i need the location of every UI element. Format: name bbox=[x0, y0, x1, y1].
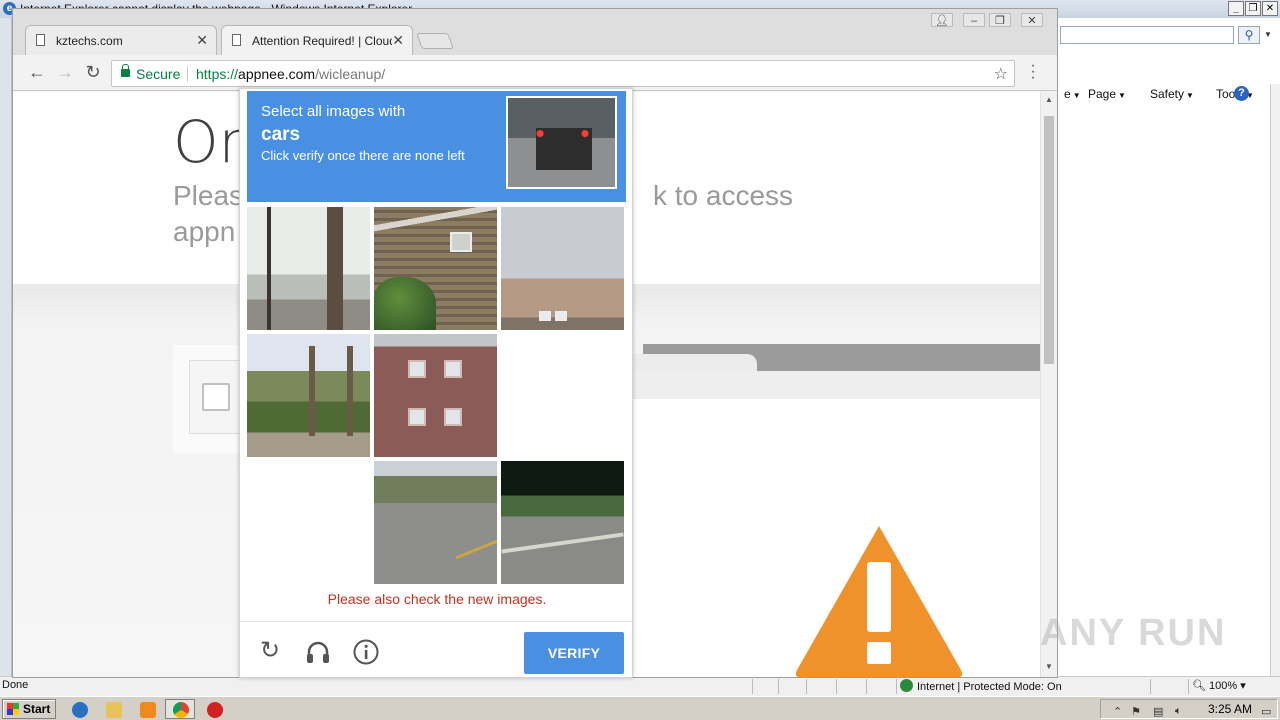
ie-page-area bbox=[1060, 104, 1280, 678]
captcha-tile-9[interactable] bbox=[501, 461, 624, 584]
ie-cmd-page[interactable]: Page ▼ bbox=[1088, 87, 1126, 101]
anyrun-watermark: ANY RUN bbox=[1040, 612, 1227, 654]
close-icon[interactable]: ✕ bbox=[196, 32, 208, 48]
headphones-icon[interactable] bbox=[304, 638, 332, 666]
scroll-down-icon[interactable]: ▼ bbox=[1045, 662, 1053, 671]
media-player-icon bbox=[140, 702, 156, 718]
volume-icon[interactable]: 🔈︎ bbox=[1175, 705, 1182, 718]
forward-arrow-icon[interactable]: → bbox=[53, 62, 77, 84]
tab-title: kztechs.com bbox=[56, 34, 123, 48]
clock: 3:25 AM bbox=[1208, 702, 1253, 716]
ie-window-frame bbox=[0, 18, 12, 678]
page-icon bbox=[36, 34, 45, 46]
network-icon[interactable]: ▤ bbox=[1153, 705, 1163, 718]
warning-icon bbox=[795, 526, 963, 677]
windows-logo-icon bbox=[7, 703, 19, 715]
page-tab-shape bbox=[629, 354, 757, 372]
scroll-up-icon[interactable]: ▲ bbox=[1045, 95, 1053, 104]
captcha-checkbox[interactable] bbox=[202, 383, 230, 411]
show-desktop-icon[interactable]: ▭ bbox=[1261, 705, 1271, 718]
restore-button[interactable]: ❐ bbox=[989, 13, 1011, 27]
reload-icon[interactable]: ↻ bbox=[256, 638, 284, 666]
captcha-tile-2[interactable] bbox=[374, 207, 497, 330]
chevron-down-icon[interactable]: ▼ bbox=[1262, 26, 1274, 44]
scrollbar-thumb[interactable] bbox=[1044, 116, 1054, 364]
reload-icon[interactable]: ↻ bbox=[81, 62, 105, 84]
captcha-tile-1[interactable] bbox=[247, 207, 370, 330]
close-icon[interactable]: ✕ bbox=[392, 32, 404, 48]
taskbar-ie-button[interactable] bbox=[64, 699, 94, 719]
captcha-footer: ↻ VERIFY bbox=[240, 621, 632, 677]
page-subtitle-line2: appn bbox=[173, 216, 236, 247]
page-scrollbar[interactable]: ▲ ▼ bbox=[1040, 92, 1057, 677]
secure-label: Secure bbox=[136, 66, 181, 82]
kebab-menu-icon[interactable]: · · · bbox=[1027, 58, 1039, 86]
chevron-up-icon[interactable]: ⌃ bbox=[1113, 705, 1122, 718]
bookmark-star-icon[interactable]: ☆ bbox=[994, 64, 1008, 84]
captcha-instruction: Click verify once there are none left bbox=[261, 148, 465, 163]
profile-icon[interactable]: 👤︎ bbox=[931, 13, 953, 27]
captcha-tile-6[interactable] bbox=[501, 334, 624, 457]
recaptcha-challenge: Select all images with cars Click verify… bbox=[239, 88, 633, 678]
ie-cmd-safety[interactable]: Safety ▼ bbox=[1150, 87, 1194, 101]
ie-status-bar: Done Internet | Protected Mode: On 🔍︎ 10… bbox=[0, 676, 1280, 696]
taskbar: Start ⌃ ⚑ ▤ 🔈︎ ▭ 3:25 AM bbox=[0, 696, 1280, 720]
ie-scrollbar[interactable] bbox=[1270, 84, 1280, 678]
help-icon[interactable]: ? bbox=[1234, 86, 1249, 101]
tab-title: Attention Required! | Cloudflare bbox=[252, 34, 392, 48]
taskbar-chrome-button[interactable] bbox=[165, 699, 195, 719]
taskbar-app-button[interactable] bbox=[199, 699, 229, 719]
page-subtitle: Pleas bbox=[173, 180, 244, 211]
ie-zoom-level[interactable]: 🔍︎ 100% ▾ bbox=[1192, 679, 1246, 692]
ie-security-zone[interactable]: Internet | Protected Mode: On bbox=[900, 679, 1062, 693]
chrome-toolbar: ← → ↻ Secure https://appnee.com/wicleanu… bbox=[13, 55, 1057, 91]
tab-kztechs[interactable]: kztechs.com ✕ bbox=[25, 25, 217, 55]
start-button[interactable]: Start bbox=[2, 699, 56, 719]
captcha-tile-7[interactable] bbox=[247, 461, 370, 584]
flag-icon[interactable]: ⚑ bbox=[1131, 705, 1141, 718]
captcha-sample-image bbox=[506, 96, 617, 189]
ie-search-input[interactable] bbox=[1060, 26, 1234, 44]
page-icon bbox=[232, 34, 241, 46]
ie-restore-button[interactable]: ❐ bbox=[1245, 1, 1261, 16]
close-button[interactable]: ✕ bbox=[1021, 13, 1043, 27]
back-arrow-icon[interactable]: ← bbox=[25, 62, 49, 84]
captcha-prompt: Select all images with bbox=[261, 103, 406, 120]
captcha-header: Select all images with cars Click verify… bbox=[247, 91, 626, 202]
divider bbox=[187, 66, 188, 82]
search-icon[interactable]: ⚲ bbox=[1238, 26, 1260, 44]
lock-icon bbox=[121, 64, 130, 77]
captcha-tile-5[interactable] bbox=[374, 334, 497, 457]
tab-strip: kztechs.com ✕ Attention Required! | Clou… bbox=[13, 9, 1057, 55]
tab-attention-required[interactable]: Attention Required! | Cloudflare ✕ bbox=[221, 25, 413, 55]
folder-icon bbox=[106, 702, 122, 718]
address-bar[interactable]: Secure https://appnee.com/wicleanup/ ☆ bbox=[111, 60, 1015, 87]
taskbar-media-player-button[interactable] bbox=[132, 699, 162, 719]
minimize-button[interactable]: – bbox=[963, 13, 985, 27]
ie-icon bbox=[72, 702, 88, 718]
ie-close-button[interactable]: ✕ bbox=[1262, 1, 1278, 16]
stop-icon bbox=[207, 702, 223, 718]
ie-status-text: Done bbox=[2, 679, 29, 691]
info-icon[interactable] bbox=[352, 638, 380, 666]
captcha-tile-3[interactable] bbox=[501, 207, 624, 330]
taskbar-explorer-button[interactable] bbox=[98, 699, 128, 719]
captcha-tile-4[interactable] bbox=[247, 334, 370, 457]
globe-icon bbox=[900, 679, 913, 692]
page-light-panel bbox=[629, 371, 1040, 399]
ie-cmd-partial[interactable]: e ▼ bbox=[1064, 87, 1081, 101]
verify-button[interactable]: VERIFY bbox=[524, 632, 624, 674]
captcha-error-message: Please also check the new images. bbox=[327, 591, 547, 607]
captcha-tile-8[interactable] bbox=[374, 461, 497, 584]
captcha-target-object: cars bbox=[261, 124, 301, 145]
url-text[interactable]: https://appnee.com/wicleanup/ bbox=[196, 66, 385, 82]
page-subtitle-end: k to access bbox=[653, 180, 794, 211]
new-tab-button[interactable] bbox=[416, 33, 454, 49]
chrome-icon bbox=[173, 702, 189, 718]
ie-minimize-button[interactable]: _ bbox=[1228, 1, 1244, 16]
